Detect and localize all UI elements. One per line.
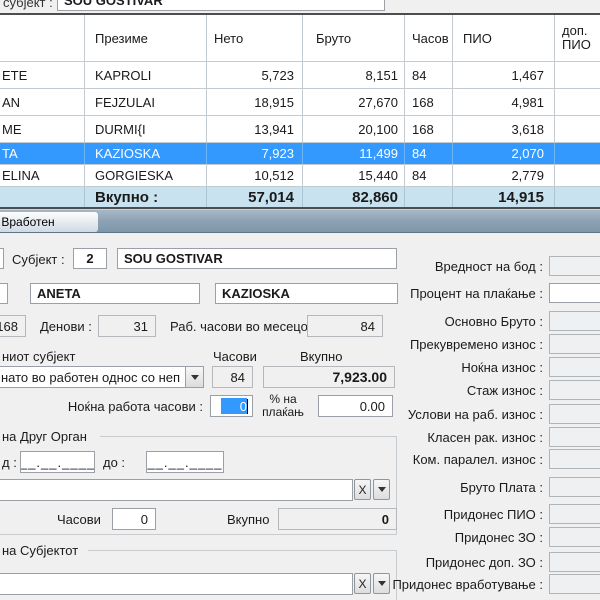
table-total-row: Вкупно : 57,014 82,860 14,915 xyxy=(0,187,600,208)
amount-field[interactable] xyxy=(549,283,600,303)
amount-field xyxy=(549,477,600,497)
col-neto: Нето xyxy=(207,15,303,61)
subject-org-group-title: на Субјектот xyxy=(2,543,78,558)
amount-field xyxy=(549,449,600,469)
cut-hours-field: 168 xyxy=(0,315,26,337)
col-bruto: Бруто xyxy=(303,15,405,61)
amount-field xyxy=(549,256,600,276)
top-subject-label: субјект : xyxy=(3,0,53,10)
table-row-selected[interactable]: TA KAZIOSKA 7,923 11,499 84 2,070 xyxy=(0,143,600,165)
table-row[interactable]: AN FEJZULAI 18,915 27,670 168 4,981 xyxy=(0,89,600,116)
work-section-label: ниот субјект xyxy=(2,349,75,364)
tab-employee[interactable]: Вработен xyxy=(0,212,98,232)
amount-label: Прекувремено износ : xyxy=(311,337,543,352)
amount-field xyxy=(549,527,600,547)
col-name xyxy=(0,15,85,61)
cut-field-left xyxy=(0,248,4,269)
total-neto: 57,014 xyxy=(207,187,303,208)
month-hours-label: Раб. часови во месецот : xyxy=(170,319,321,334)
table-row[interactable]: ELINA GORGIESKA 10,512 15,440 84 2,779 xyxy=(0,165,600,187)
table-row[interactable]: ME DURMI{I 13,941 20,100 168 3,618 xyxy=(0,116,600,143)
amount-label: Вредност на бод : xyxy=(311,259,543,274)
amount-label: Придонес ЗО : xyxy=(311,530,543,545)
amount-field xyxy=(549,404,600,424)
date-to-field[interactable]: __.__.____ xyxy=(146,451,224,473)
employee-table: Презиме Нето Бруто Часов ПИО доп. ПИО ET… xyxy=(0,15,600,208)
chevron-down-icon[interactable] xyxy=(185,367,203,387)
col-dop-pio: доп. ПИО xyxy=(555,15,600,61)
subject-org-combo-field[interactable] xyxy=(0,573,353,595)
date-to-label: до : xyxy=(103,455,125,470)
amount-label: Придонес доп. ЗО : xyxy=(311,555,543,570)
other-org-hours-field[interactable]: 0 xyxy=(112,508,156,530)
total-bruto: 82,860 xyxy=(303,187,405,208)
work-hours-field: 84 xyxy=(212,366,253,388)
col-surname: Презиме xyxy=(85,15,207,61)
subject-label: Субјект : xyxy=(12,252,65,267)
cut-field-left xyxy=(0,283,8,304)
amount-label: Стаж износ : xyxy=(311,383,543,398)
total-pio: 14,915 xyxy=(453,187,555,208)
first-name-field[interactable]: ANETA xyxy=(30,283,200,304)
amount-label: Придонес ПИО : xyxy=(311,507,543,522)
amount-field xyxy=(549,357,600,377)
other-org-total-label: Вкупно xyxy=(227,512,269,527)
night-hours-field[interactable]: 0 xyxy=(210,395,253,417)
amount-label: Бруто Плата : xyxy=(311,480,543,495)
work-relation-dropdown[interactable]: нато во работен однос со неп xyxy=(0,366,204,388)
date-from-label: д : xyxy=(2,455,17,470)
amount-field xyxy=(549,311,600,331)
amount-label: Процент на плаќање : xyxy=(311,286,543,301)
amount-field xyxy=(549,552,600,572)
amount-field xyxy=(549,427,600,447)
total-label: Вкупно : xyxy=(85,187,207,208)
days-label: Денови : xyxy=(40,319,92,334)
amount-field xyxy=(549,380,600,400)
amount-label: Придонес вработување : xyxy=(311,577,543,592)
amount-label: Ком. паралел. износ : xyxy=(311,452,543,467)
top-subject-strip: субјект : SOU GOSTIVAR xyxy=(0,0,600,13)
night-work-label: Ноќна работа часови : xyxy=(0,399,203,414)
other-org-group-title: на Друг Орган xyxy=(2,429,87,444)
payroll-window: субјект : SOU GOSTIVAR Презиме Нето Брут… xyxy=(0,0,600,600)
amount-label: Ноќна износ : xyxy=(311,360,543,375)
subject-code-field[interactable]: 2 xyxy=(73,248,107,269)
col-pio: ПИО xyxy=(453,15,555,61)
amount-field xyxy=(549,334,600,354)
amount-label: Услови на раб. износ : xyxy=(311,407,543,422)
col-hours: Часов xyxy=(405,15,453,61)
amount-field xyxy=(549,504,600,524)
top-subject-field[interactable]: SOU GOSTIVAR xyxy=(57,0,385,11)
pct-label: % на плаќањ xyxy=(256,393,310,419)
table-row[interactable]: ETE KAPROLI 5,723 8,151 84 1,467 xyxy=(0,62,600,89)
section-tabbar: Вработен xyxy=(0,209,600,233)
other-org-combo-field[interactable] xyxy=(0,479,353,501)
date-from-field[interactable]: __.__.____ xyxy=(20,451,95,473)
amount-label: Основно Бруто : xyxy=(311,314,543,329)
table-header-row: Презиме Нето Бруто Часов ПИО доп. ПИО xyxy=(0,15,600,62)
amount-label: Класен рак. износ : xyxy=(311,430,543,445)
hours-column-label: Часови xyxy=(213,349,257,364)
groupbox-border xyxy=(88,550,396,551)
other-org-hours-label: Часови xyxy=(57,512,101,527)
amount-field xyxy=(549,574,600,594)
days-field: 31 xyxy=(98,315,156,337)
text-cursor xyxy=(247,399,248,414)
